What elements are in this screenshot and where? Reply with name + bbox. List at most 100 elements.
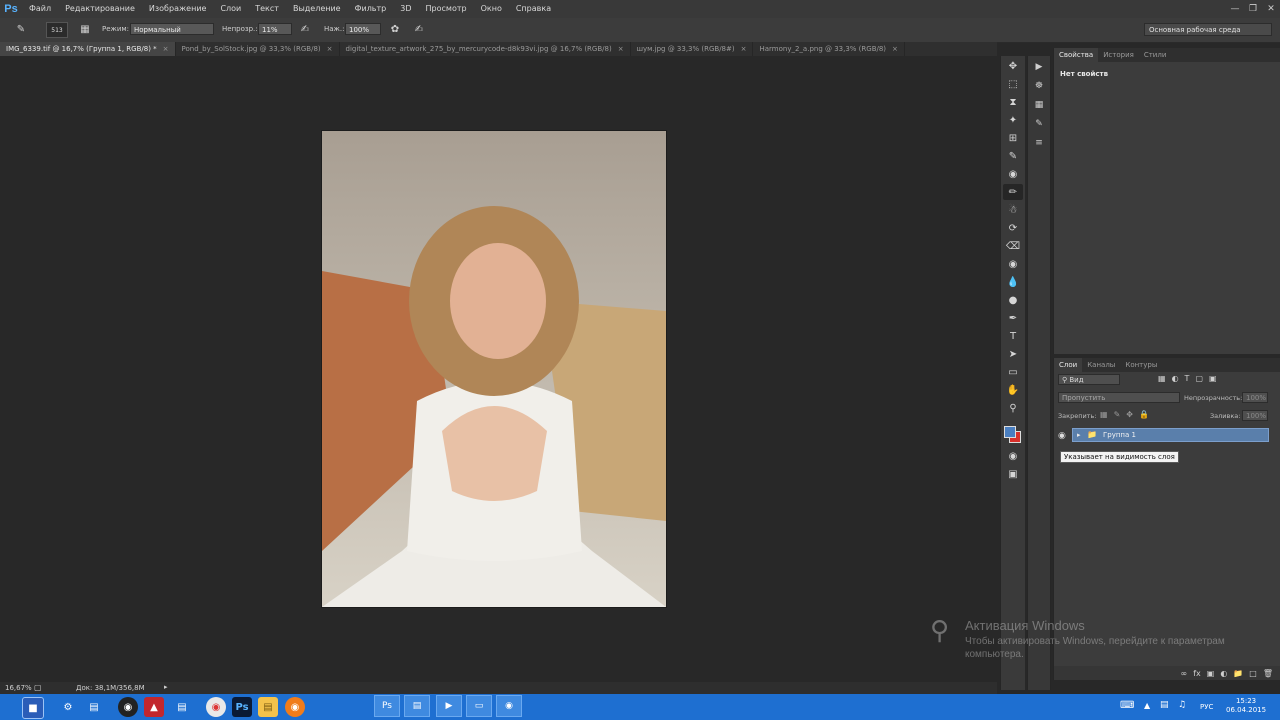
menu-window[interactable]: Окно: [474, 0, 509, 18]
layer-style-icon[interactable]: fx: [1193, 669, 1201, 678]
pressure-opacity-icon[interactable]: ✍: [298, 22, 312, 36]
clock[interactable]: 15:23 06.04.2015: [1226, 697, 1266, 715]
lock-all-icon[interactable]: 🔒: [1139, 410, 1149, 419]
media-player-icon[interactable]: ◉: [118, 697, 138, 717]
hand-tool-icon[interactable]: ✋: [1003, 382, 1023, 398]
taskbar-photoshop-window[interactable]: Ps: [374, 695, 400, 717]
healing-tool-icon[interactable]: ◉: [1003, 166, 1023, 182]
document-photo[interactable]: [321, 130, 667, 608]
menu-view[interactable]: Просмотр: [419, 0, 474, 18]
menu-layers[interactable]: Слои: [213, 0, 248, 18]
swatches-icon[interactable]: ▦: [1030, 97, 1048, 113]
red-app-icon[interactable]: ▲: [144, 697, 164, 717]
tab-harmony[interactable]: Harmony_2_a.png @ 33,3% (RGB/8) ×: [753, 42, 905, 56]
zoom-level[interactable]: 16,67%: [5, 684, 32, 692]
status-arrow-icon[interactable]: ▸: [164, 683, 168, 691]
layer-filter-select[interactable]: ⚲ Вид: [1058, 374, 1120, 385]
opacity-field[interactable]: 11%: [258, 23, 292, 35]
menu-text[interactable]: Текст: [248, 0, 286, 18]
minimize-icon[interactable]: —: [1226, 0, 1244, 18]
close-icon[interactable]: ×: [327, 45, 333, 53]
tab-paths[interactable]: Контуры: [1120, 358, 1162, 372]
type-filter-icon[interactable]: T: [1185, 374, 1190, 385]
blur-tool-icon[interactable]: 💧: [1003, 274, 1023, 290]
foreground-color-swatch[interactable]: [1004, 426, 1016, 438]
path-select-tool-icon[interactable]: ➤: [1003, 346, 1023, 362]
menu-file[interactable]: Файл: [22, 0, 58, 18]
close-icon[interactable]: ×: [892, 45, 898, 53]
quick-mask-icon[interactable]: ◉: [1003, 448, 1023, 464]
taskbar-chrome-window[interactable]: ◉: [496, 695, 522, 717]
visibility-eye-icon[interactable]: ◉: [1058, 431, 1070, 443]
brush-size-preset[interactable]: 513: [46, 22, 68, 38]
menu-image[interactable]: Изображение: [142, 0, 214, 18]
restore-icon[interactable]: ❐: [1244, 0, 1262, 18]
expand-arrow-icon[interactable]: ▸: [1077, 431, 1081, 439]
close-icon[interactable]: ×: [741, 45, 747, 53]
file-manager-icon[interactable]: ▤: [84, 697, 104, 717]
dodge-tool-icon[interactable]: ●: [1003, 292, 1023, 308]
pen-tool-icon[interactable]: ✒: [1003, 310, 1023, 326]
task-manager-icon[interactable]: ▤: [172, 697, 192, 717]
close-icon[interactable]: ✕: [1262, 0, 1280, 18]
new-group-icon[interactable]: 📁: [1233, 669, 1243, 678]
adjustments-icon[interactable]: ☸: [1030, 78, 1048, 94]
lock-position-icon[interactable]: ✥: [1126, 410, 1133, 419]
folder-icon[interactable]: ▤: [258, 697, 278, 717]
tab-layers[interactable]: Слои: [1054, 358, 1083, 372]
crop-tool-icon[interactable]: ⊞: [1003, 130, 1023, 146]
color-swatches[interactable]: [1001, 420, 1025, 446]
menu-select[interactable]: Выделение: [286, 0, 348, 18]
marquee-tool-icon[interactable]: ⬚: [1003, 76, 1023, 92]
quick-select-tool-icon[interactable]: ✦: [1003, 112, 1023, 128]
image-filter-icon[interactable]: ▦: [1158, 374, 1166, 385]
adjustment-filter-icon[interactable]: ◐: [1172, 374, 1179, 385]
close-icon[interactable]: ×: [163, 45, 169, 53]
smart-object-filter-icon[interactable]: ▣: [1209, 374, 1217, 385]
tab-styles[interactable]: Стили: [1139, 48, 1172, 62]
layer-mask-icon[interactable]: ▣: [1207, 669, 1215, 678]
tab-img-6339[interactable]: IMG_6339.tif @ 16,7% (Группа 1, RGB/8) *…: [0, 42, 176, 56]
move-tool-icon[interactable]: ✥: [1003, 58, 1023, 74]
layer-fill-field[interactable]: 100%: [1242, 410, 1268, 421]
adjustment-layer-icon[interactable]: ◐: [1220, 669, 1227, 678]
taskbar-screen-window[interactable]: ▭: [466, 695, 492, 717]
zoom-tool-icon[interactable]: ⚲: [1003, 400, 1023, 416]
blend-mode-select[interactable]: Пропустить: [1058, 392, 1180, 403]
tray-arrow-icon[interactable]: ▲: [1144, 701, 1150, 710]
lock-transparency-icon[interactable]: ▦: [1100, 410, 1108, 419]
app-icon-tool[interactable]: ⚙: [58, 697, 78, 717]
volume-icon[interactable]: ♫: [1178, 700, 1186, 710]
firefox-icon[interactable]: ◉: [285, 697, 305, 717]
workspace-select[interactable]: Основная рабочая среда: [1144, 23, 1272, 36]
eraser-tool-icon[interactable]: ⌫: [1003, 238, 1023, 254]
menu-help[interactable]: Справка: [509, 0, 558, 18]
menu-edit[interactable]: Редактирование: [58, 0, 142, 18]
start-button[interactable]: ■: [22, 697, 44, 719]
taskbar-explorer-window[interactable]: ▤: [404, 695, 430, 717]
lock-pixels-icon[interactable]: ✎: [1114, 410, 1121, 419]
tab-properties[interactable]: Свойства: [1054, 48, 1099, 62]
pressure-size-icon[interactable]: ✍: [412, 22, 426, 36]
layer-opacity-field[interactable]: 100%: [1242, 392, 1268, 403]
layer-group-row[interactable]: ▸ 📁 Группа 1: [1072, 428, 1269, 442]
history-brush-tool-icon[interactable]: ⟳: [1003, 220, 1023, 236]
stamp-tool-icon[interactable]: ☃: [1003, 202, 1023, 218]
network-icon[interactable]: ▤: [1160, 700, 1169, 710]
delete-layer-icon[interactable]: 🗑: [1263, 669, 1273, 678]
lasso-tool-icon[interactable]: ⧗: [1003, 94, 1023, 110]
pressure-field[interactable]: 100%: [345, 23, 381, 35]
close-icon[interactable]: ×: [618, 45, 624, 53]
type-tool-icon[interactable]: T: [1003, 328, 1023, 344]
shape-filter-icon[interactable]: ▢: [1195, 374, 1203, 385]
taskbar-app-window[interactable]: ▶: [436, 695, 462, 717]
tab-noise[interactable]: шум.jpg @ 33,3% (RGB/8#) ×: [631, 42, 754, 56]
airbrush-icon[interactable]: ✿: [388, 22, 402, 36]
chrome-icon[interactable]: ◉: [206, 697, 226, 717]
eyedropper-tool-icon[interactable]: ✎: [1003, 148, 1023, 164]
tab-pond[interactable]: Pond_by_SolStock.jpg @ 33,3% (RGB/8) ×: [176, 42, 340, 56]
new-layer-icon[interactable]: □: [1249, 669, 1257, 678]
play-icon[interactable]: ▶: [1030, 59, 1048, 75]
mode-select[interactable]: Нормальный: [130, 23, 214, 35]
tab-history[interactable]: История: [1098, 48, 1139, 62]
